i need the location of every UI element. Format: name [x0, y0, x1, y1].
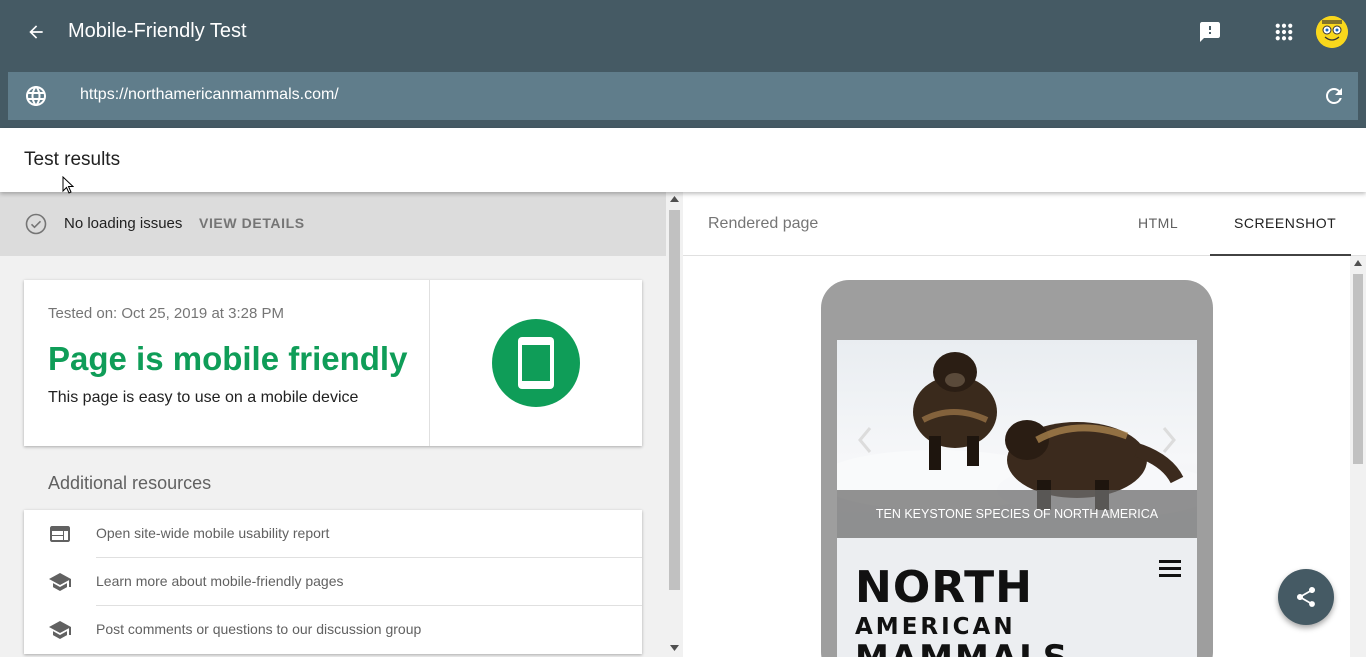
- resource-item-discussion-group[interactable]: Post comments or questions to our discus…: [24, 606, 642, 654]
- view-details-button[interactable]: VIEW DETAILS: [199, 215, 305, 231]
- app-title: Mobile-Friendly Test: [68, 20, 247, 42]
- resource-item-usability-report[interactable]: Open site-wide mobile usability report: [24, 510, 642, 558]
- additional-resources-title: Additional resources: [48, 473, 212, 493]
- loading-status-text: No loading issues: [64, 215, 183, 232]
- school-icon: [48, 618, 72, 642]
- apps-grid-icon[interactable]: [1270, 18, 1298, 46]
- right-scrollbar-thumb[interactable]: [1353, 274, 1363, 464]
- url-input[interactable]: https://northamericanmammals.com/: [80, 86, 339, 104]
- resource-label: Learn more about mobile-friendly pages: [96, 573, 344, 589]
- hero-image: TEN KEYSTONE SPECIES OF NORTH AMERICA: [837, 340, 1197, 538]
- site-logo-line-3: MAMMALS: [855, 638, 1069, 657]
- site-logo-line-2: AMERICAN: [855, 614, 1016, 640]
- resource-label: Post comments or questions to our discus…: [96, 621, 422, 637]
- back-arrow-icon[interactable]: [20, 16, 52, 48]
- mobile-phone-icon: [492, 319, 580, 407]
- check-circle-icon: [24, 212, 48, 236]
- results-title: Test results: [24, 149, 121, 170]
- site-logo-line-1: NORTH: [855, 562, 1033, 613]
- rendered-page-label: Rendered page: [708, 215, 819, 232]
- left-scrollbar-thumb[interactable]: [669, 210, 680, 590]
- scroll-down-arrow-icon[interactable]: [670, 645, 679, 651]
- share-button[interactable]: [1278, 569, 1334, 625]
- globe-icon: [24, 84, 48, 108]
- verdict-heading: Page is mobile friendly: [48, 340, 408, 377]
- reload-icon[interactable]: [1322, 84, 1346, 108]
- carousel-next-icon[interactable]: [1159, 425, 1179, 455]
- share-icon: [1297, 586, 1316, 607]
- hero-caption: TEN KEYSTONE SPECIES OF NORTH AMERICA: [837, 490, 1197, 538]
- tested-on-timestamp: Tested on: Oct 25, 2019 at 3:28 PM: [48, 305, 284, 322]
- left-scrollbar[interactable]: [666, 192, 683, 657]
- resources-list: Open site-wide mobile usability report L…: [24, 510, 642, 654]
- card-divider: [429, 280, 430, 446]
- feedback-icon[interactable]: [1196, 18, 1224, 46]
- resource-label: Open site-wide mobile usability report: [96, 525, 330, 541]
- hamburger-menu-icon[interactable]: [1159, 560, 1181, 578]
- verdict-subtitle: This page is easy to use on a mobile dev…: [48, 389, 359, 406]
- scroll-up-arrow-icon[interactable]: [1354, 260, 1362, 266]
- url-bar[interactable]: https://northamericanmammals.com/: [8, 72, 1358, 120]
- web-icon: [48, 522, 72, 546]
- results-header: Test results: [0, 128, 1366, 194]
- site-header: NORTH AMERICAN MAMMALS: [837, 538, 1197, 657]
- scroll-up-arrow-icon[interactable]: [670, 196, 679, 202]
- rendered-page-panel: Rendered page HTML SCREENSHOT TEN KEYSTO…: [683, 192, 1366, 657]
- tab-screenshot[interactable]: SCREENSHOT: [1210, 192, 1351, 256]
- carousel-prev-icon[interactable]: [855, 425, 875, 455]
- loading-status-bar: No loading issues VIEW DETAILS: [0, 192, 666, 256]
- account-avatar[interactable]: [1316, 16, 1348, 48]
- right-scrollbar[interactable]: [1350, 256, 1366, 657]
- result-card: Tested on: Oct 25, 2019 at 3:28 PM Page …: [24, 280, 642, 446]
- resource-item-learn-more[interactable]: Learn more about mobile-friendly pages: [24, 558, 642, 606]
- mouse-cursor-icon: [62, 175, 75, 199]
- tab-html[interactable]: HTML: [1138, 215, 1178, 231]
- phone-screenshot: TEN KEYSTONE SPECIES OF NORTH AMERICA NO…: [837, 340, 1197, 657]
- app-bar: Mobile-Friendly Test https://northameric…: [0, 0, 1366, 128]
- rendered-page-tabs: Rendered page HTML SCREENSHOT: [683, 192, 1366, 256]
- phone-frame: TEN KEYSTONE SPECIES OF NORTH AMERICA NO…: [821, 280, 1213, 657]
- results-panel: No loading issues VIEW DETAILS Tested on…: [0, 192, 666, 657]
- school-icon: [48, 570, 72, 594]
- tab-screenshot-label: SCREENSHOT: [1234, 215, 1337, 231]
